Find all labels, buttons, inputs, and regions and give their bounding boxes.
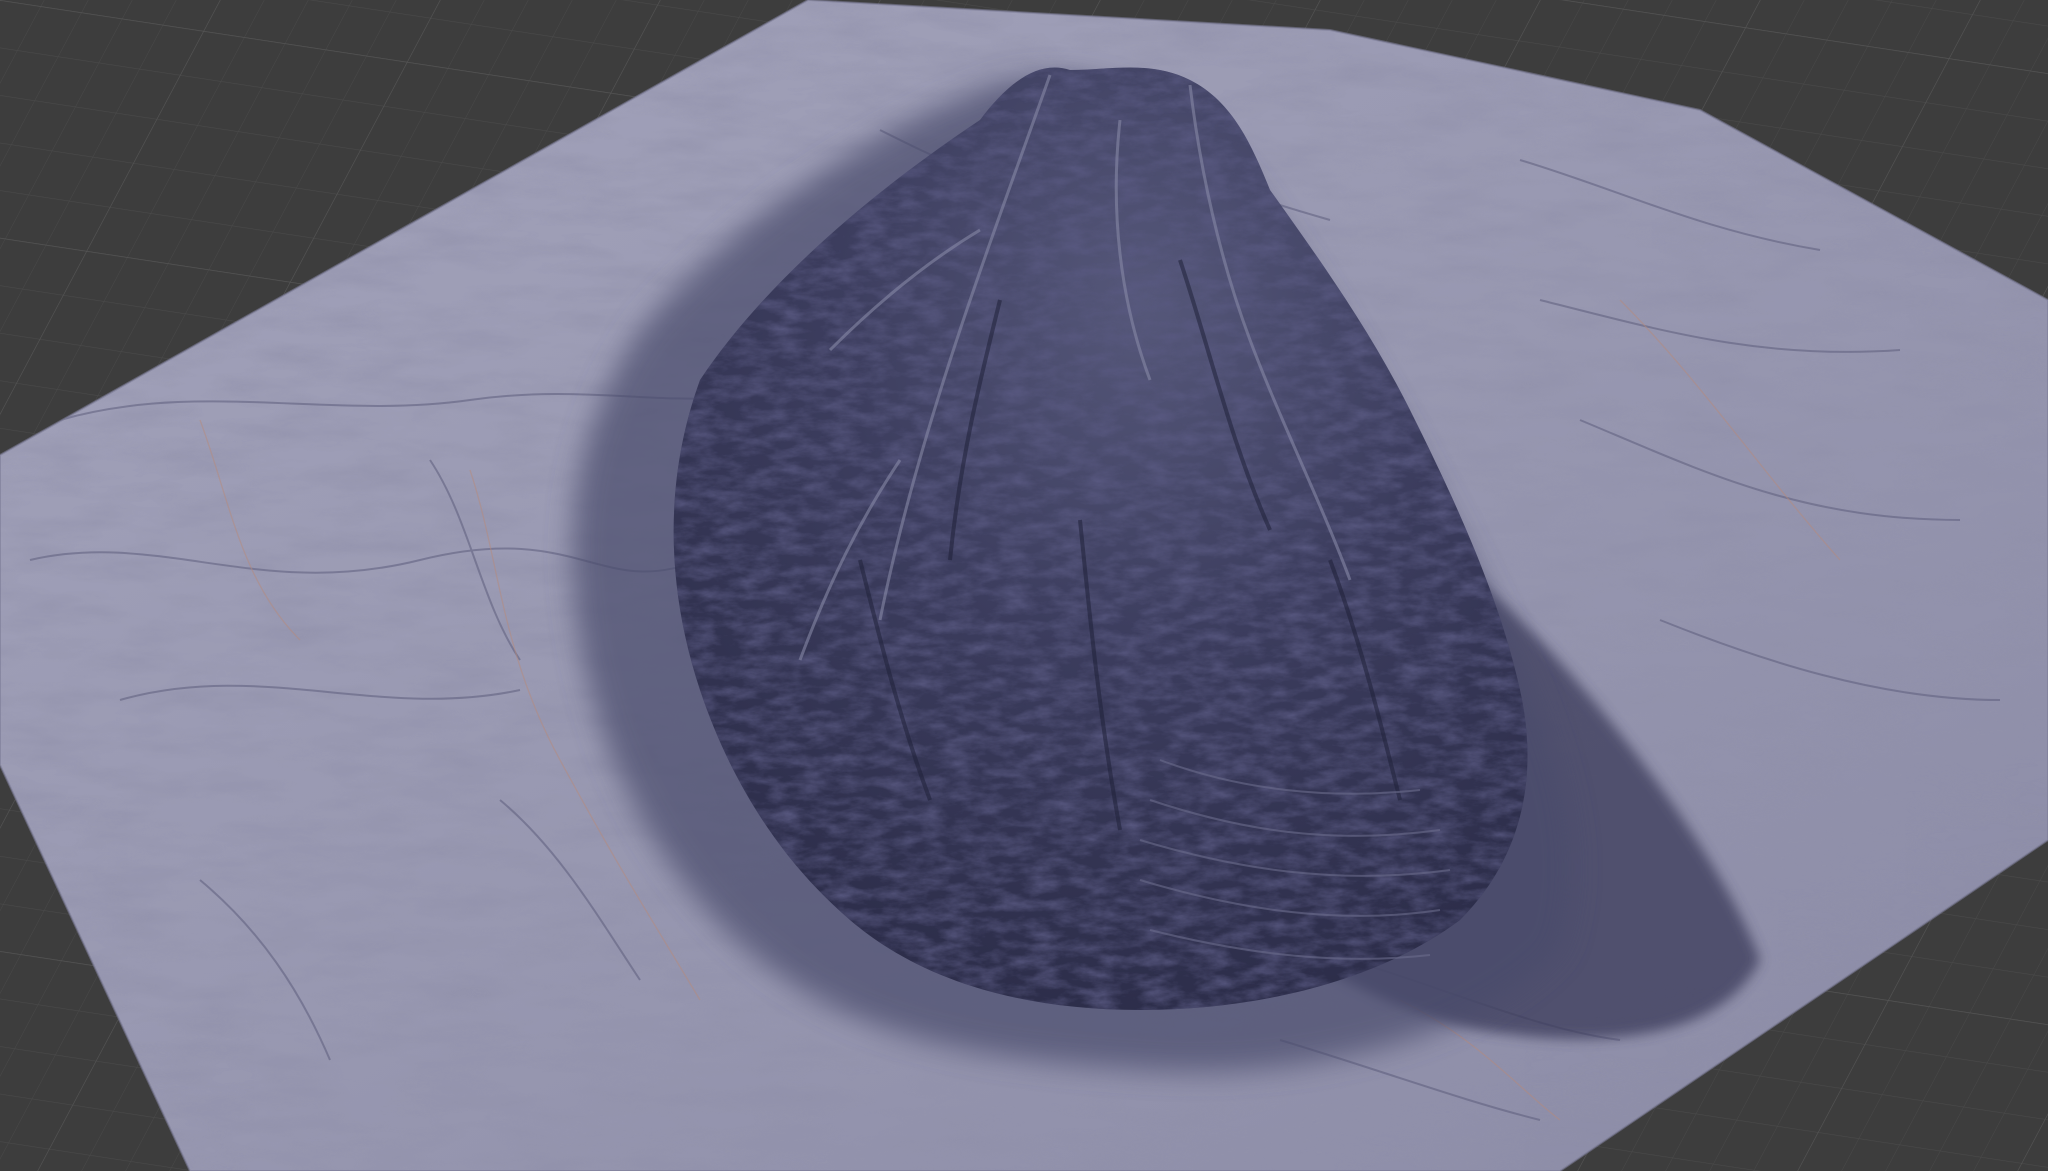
3d-viewport[interactable] — [0, 0, 2048, 1171]
viewport-canvas[interactable] — [0, 0, 2048, 1171]
